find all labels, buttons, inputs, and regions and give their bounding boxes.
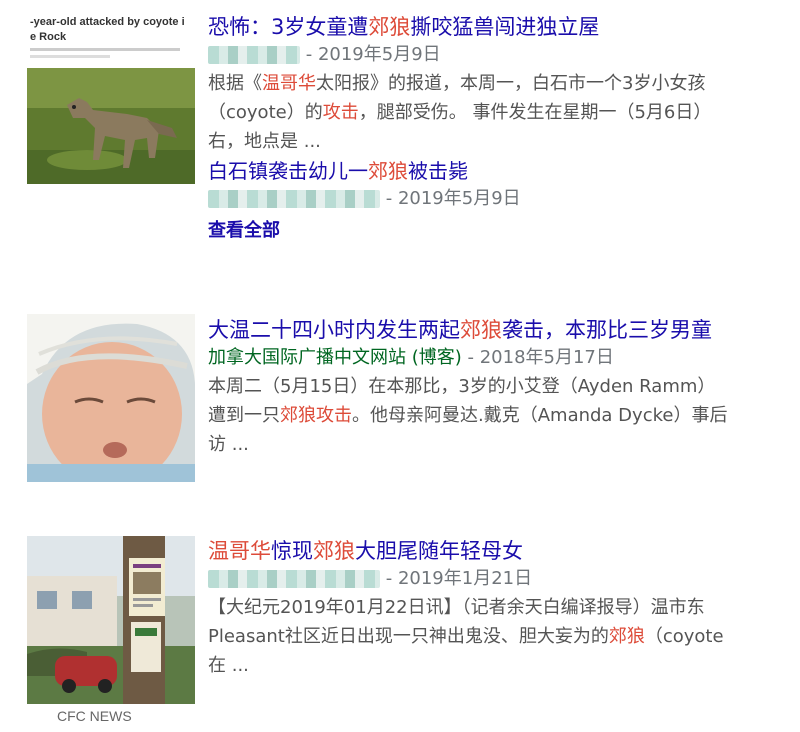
result-2-date: - 2018年5月17日	[467, 347, 614, 368]
thumb-caption: CFC NEWS	[57, 708, 132, 724]
thumb-headline-line2: e Rock	[30, 31, 67, 43]
result-2-meta: 加拿大国际广播中文网站 (博客) - 2018年5月17日	[208, 344, 800, 372]
blurred-source-name	[208, 190, 380, 208]
result-2-thumbnail[interactable]	[27, 314, 195, 482]
result-3: 温哥华惊现郊狼大胆尾随年轻母女 - 2019年1月21日 【大纪元2019年01…	[208, 537, 800, 680]
result-3-meta: - 2019年1月21日	[208, 565, 800, 593]
result-1-snippet: 根据《温哥华太阳报》的报道，本周一，白石市一个3岁小女孩 （coyote）的攻击…	[208, 73, 712, 152]
result-2: 大温二十四小时内发生两起郊狼袭击，本那比三岁男童 加拿大国际广播中文网站 (博客…	[208, 316, 800, 459]
result-1-thumbnail[interactable]: -year-old attacked by coyote i e Rock	[27, 10, 195, 184]
result-1-title-link[interactable]: 恐怖：3岁女童遭郊狼撕咬猛兽闯进独立屋	[208, 13, 800, 41]
result-1-related-link[interactable]: 白石镇袭击幼儿一郊狼被击毙	[208, 158, 800, 185]
result-1: 恐怖：3岁女童遭郊狼撕咬猛兽闯进独立屋 - 2019年5月9日 根据《温哥华太阳…	[208, 13, 800, 245]
blurred-source-name	[208, 570, 380, 588]
result-1-related-meta: - 2019年5月9日	[208, 185, 800, 213]
result-1-meta: - 2019年5月9日	[208, 41, 800, 69]
coyote-photo-image: -year-old attacked by coyote i e Rock	[27, 10, 195, 184]
child-photo-image	[27, 314, 195, 482]
result-3-snippet: 【大纪元2019年01月22日讯】（记者余天白编译报导）温市东 Pleasant…	[208, 597, 724, 676]
see-all-link[interactable]: 查看全部	[208, 217, 800, 245]
poster-on-pole-image	[27, 536, 195, 704]
result-2-source: 加拿大国际广播中文网站 (博客)	[208, 347, 462, 368]
result-3-date: - 2019年1月21日	[385, 568, 533, 589]
blurred-source-name	[208, 46, 300, 64]
result-2-snippet: 本周二（5月15日）在本那比，3岁的小艾登（Ayden Ramm） 遭到一只郊狼…	[208, 376, 728, 455]
result-3-thumbnail[interactable]	[27, 536, 195, 704]
result-2-title-link[interactable]: 大温二十四小时内发生两起郊狼袭击，本那比三岁男童	[208, 316, 800, 344]
result-1-date: - 2019年5月9日	[305, 44, 441, 65]
thumb-headline-line1: -year-old attacked by coyote i	[30, 16, 185, 28]
result-3-title-link[interactable]: 温哥华惊现郊狼大胆尾随年轻母女	[208, 537, 800, 565]
